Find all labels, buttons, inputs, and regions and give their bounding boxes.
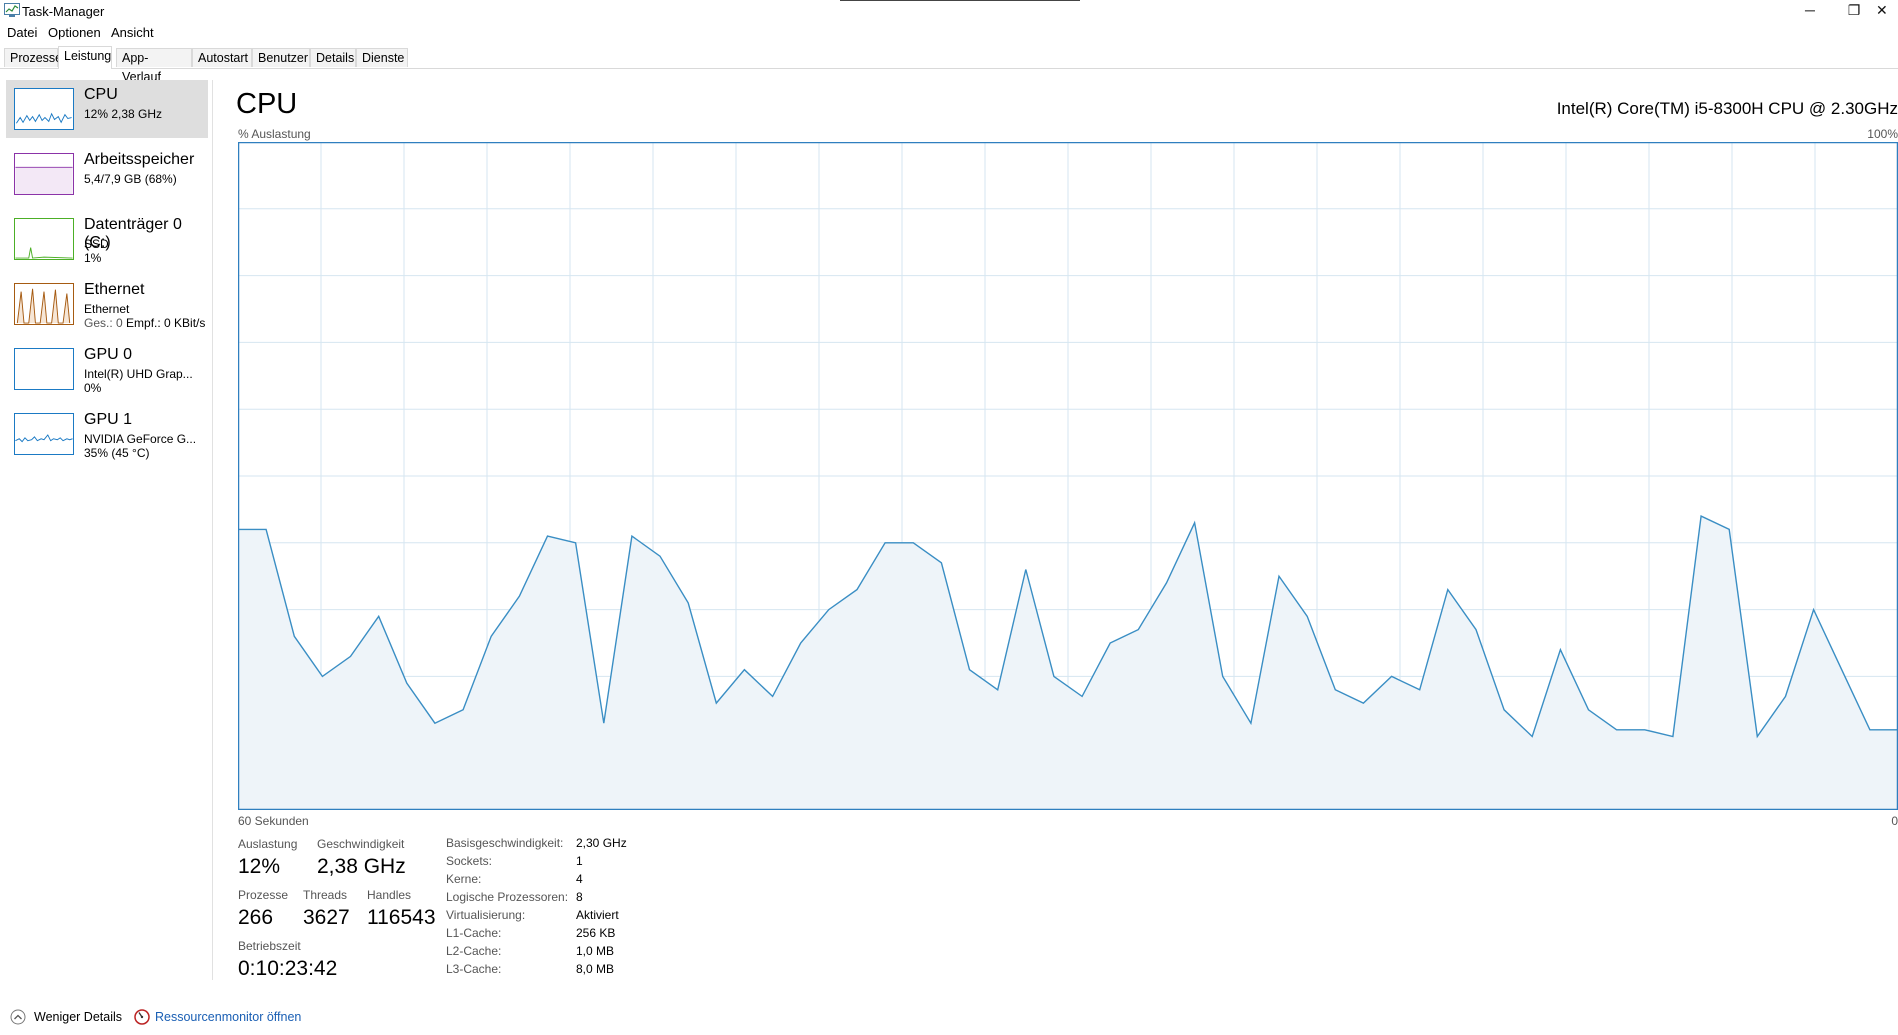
resource-monitor-icon [134, 1009, 150, 1025]
tab-prozesse[interactable]: Prozesse [4, 48, 62, 67]
ethernet-receive-label: Empf.: 0 KBit/s [126, 316, 206, 330]
spec-value-virtualization: Aktiviert [576, 908, 619, 922]
stat-label-betriebszeit: Betriebszeit [238, 939, 301, 953]
stat-value-geschwindigkeit: 2,38 GHz [317, 855, 406, 878]
stat-value-auslastung: 12% [238, 855, 281, 878]
sidebar-memory-name: Arbeitsspeicher [84, 151, 195, 168]
sidebar-item-datentraeger[interactable]: Datenträger 0 (C:) SSD 1% [6, 210, 208, 268]
menu-optionen[interactable]: Optionen [44, 25, 105, 40]
stat-label-prozesse: Prozesse [238, 888, 289, 902]
spec-label-sockets: Sockets: [446, 854, 493, 868]
sidebar-cpu-name: CPU [84, 86, 118, 103]
y-axis-label: % Auslastung [238, 127, 311, 141]
disk-thumbnail-graph [14, 218, 74, 260]
spec-label-l2-cache: L2-Cache: [446, 944, 502, 958]
tab-autostart[interactable]: Autostart [192, 48, 252, 67]
sidebar-item-cpu[interactable]: CPU 12% 2,38 GHz [6, 80, 208, 138]
tab-details[interactable]: Details [310, 48, 356, 67]
y-axis-max-label: 100% [1867, 127, 1898, 141]
menu-ansicht[interactable]: Ansicht [107, 25, 158, 40]
ethernet-thumbnail-graph [14, 283, 74, 325]
maximize-button[interactable]: ❐ [1832, 0, 1876, 22]
sidebar-disk-type: SSD [84, 237, 109, 251]
minimize-button[interactable]: ─ [1788, 0, 1832, 22]
sidebar-item-ethernet[interactable]: Ethernet Ethernet Ges.: 0 Empf.: 0 KBit/… [6, 275, 208, 333]
tab-app-verlauf[interactable]: App-Verlauf [116, 48, 192, 84]
tab-benutzer[interactable]: Benutzer [252, 48, 310, 67]
spec-value-cores: 4 [576, 872, 583, 886]
task-manager-icon [4, 3, 20, 17]
spec-label-cores: Kerne: [446, 872, 482, 886]
stat-label-handles: Handles [367, 888, 412, 902]
title-bar: Task-Manager ─ ❐ ✕ [0, 0, 1898, 22]
gpu0-thumbnail-graph [14, 348, 74, 390]
footer-bar: Weniger Details Ressourcenmonitor öffnen [0, 1008, 1898, 1030]
sidebar-gpu0-usage: 0% [84, 381, 102, 395]
spec-label-base-speed: Basisgeschwindigkeit: [446, 836, 564, 850]
stat-label-threads: Threads [303, 888, 348, 902]
stat-label-geschwindigkeit: Geschwindigkeit [317, 837, 405, 851]
memory-thumbnail-graph [14, 153, 74, 195]
stat-value-prozesse: 266 [238, 906, 274, 929]
sidebar-item-arbeitsspeicher[interactable]: Arbeitsspeicher 5,4/7,9 GB (68%) [6, 145, 208, 203]
sidebar-cpu-detail: 12% 2,38 GHz [84, 107, 163, 121]
sidebar-disk-usage: 1% [84, 251, 102, 265]
close-button[interactable]: ✕ [1876, 0, 1898, 22]
gpu1-thumbnail-graph [14, 413, 74, 455]
stat-value-betriebszeit: 0:10:23:42 [238, 957, 338, 980]
spec-value-l1-cache: 256 KB [576, 926, 616, 940]
sidebar-gpu1-name: GPU 1 [84, 411, 133, 428]
x-axis-right-label: 0 [1891, 814, 1898, 828]
page-title: CPU [236, 88, 298, 120]
tab-bar: Prozesse Leistung App-Verlauf Autostart … [0, 46, 1898, 84]
cpu-usage-graph [238, 142, 1898, 810]
sidebar-ethernet-type: Ethernet [84, 302, 130, 316]
stat-value-threads: 3627 [303, 906, 350, 929]
title-divider [840, 0, 1080, 1]
spec-value-l3-cache: 8,0 MB [576, 962, 615, 976]
menu-datei[interactable]: Datei [3, 25, 41, 40]
cpu-thumbnail-graph [14, 88, 74, 130]
sidebar-gpu0-model: Intel(R) UHD Grap... [84, 367, 193, 381]
sidebar-ethernet-name: Ethernet [84, 281, 145, 298]
stat-label-auslastung: Auslastung [238, 837, 298, 851]
sidebar-memory-detail: 5,4/7,9 GB (68%) [84, 172, 177, 186]
cpu-model-name: Intel(R) Core(TM) i5-8300H CPU @ 2.30GHz [1556, 99, 1898, 118]
spec-label-l3-cache: L3-Cache: [446, 962, 502, 976]
sidebar-gpu1-model: NVIDIA GeForce G... [84, 432, 197, 446]
spec-label-l1-cache: L1-Cache: [446, 926, 502, 940]
spec-label-virtualization: Virtualisierung: [446, 908, 526, 922]
tab-leistung[interactable]: Leistung [58, 46, 112, 69]
x-axis-left-label: 60 Sekunden [238, 814, 309, 828]
chevron-up-circle-icon [10, 1009, 26, 1025]
stat-value-handles: 116543 [367, 906, 436, 929]
spec-label-logical-processors: Logische Prozessoren: [446, 890, 569, 904]
fewer-details-label: Weniger Details [34, 1010, 123, 1024]
spec-value-l2-cache: 1,0 MB [576, 944, 615, 958]
sidebar-item-gpu-1[interactable]: GPU 1 NVIDIA GeForce G... 35% (45 °C) [6, 405, 208, 463]
sidebar-ethernet-throughput: Ges.: 0 Empf.: 0 KBit/s [84, 316, 205, 330]
ethernet-send-label: Ges.: 0 [84, 316, 127, 330]
window-title: Task-Manager [22, 4, 105, 19]
sidebar-item-gpu-0[interactable]: GPU 0 Intel(R) UHD Grap... 0% [6, 340, 208, 398]
resource-monitor-label: Ressourcenmonitor öffnen [155, 1010, 302, 1024]
spec-value-sockets: 1 [576, 854, 583, 868]
sidebar-gpu0-name: GPU 0 [84, 346, 133, 363]
sidebar-gpu1-usage: 35% (45 °C) [84, 446, 150, 460]
spec-value-base-speed: 2,30 GHz [576, 836, 627, 850]
resource-list: CPU 12% 2,38 GHz Arbeitsspeicher 5,4/7,9… [0, 80, 213, 980]
spec-value-logical-processors: 8 [576, 890, 583, 904]
tab-dienste[interactable]: Dienste [356, 48, 408, 67]
